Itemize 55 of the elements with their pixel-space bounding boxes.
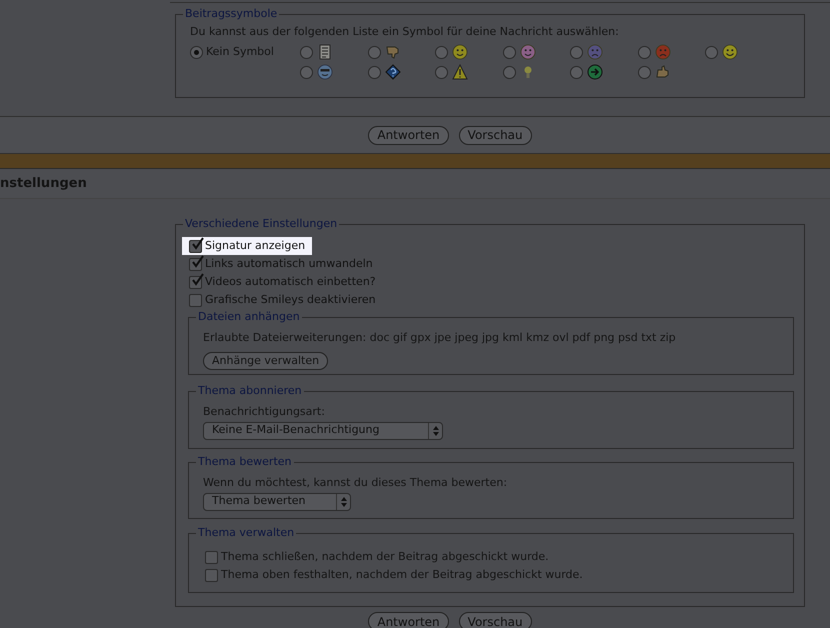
radio-button[interactable] <box>435 66 448 78</box>
checkbox-label: Thema schließen, nachdem der Beitrag abgeschickt wurde. <box>221 548 549 565</box>
radio-button[interactable] <box>570 46 583 58</box>
fieldset-legend: Dateien anhängen <box>196 310 302 324</box>
radio-label: Kein Symbol <box>206 44 274 60</box>
radio-button[interactable] <box>705 46 718 58</box>
document-icon <box>317 44 333 60</box>
warning-icon <box>452 64 468 80</box>
dropdown-select[interactable]: Thema bewerten <box>203 492 351 510</box>
checkbox-label: Videos automatisch einbetten? <box>205 274 376 290</box>
radio-button[interactable] <box>300 46 313 58</box>
checkbox[interactable] <box>205 550 218 564</box>
rate-prompt: Wenn du möchtest, kannst du dieses Thema bewerten: <box>203 475 508 491</box>
submit-button[interactable]: Antworten <box>368 612 449 628</box>
radio-button[interactable] <box>638 66 650 78</box>
checkbox[interactable] <box>189 240 202 252</box>
angry-face-icon <box>654 44 670 60</box>
submit-button[interactable]: Vorschau <box>458 126 532 144</box>
radio-button[interactable] <box>638 46 650 58</box>
radio-button[interactable] <box>502 66 516 78</box>
checkbox-label: Thema oben festhalten, nachdem der Beitrag abgeschickt wurde. <box>221 566 583 583</box>
section-heading: nstellungen <box>0 174 87 193</box>
thumbs-down-icon <box>384 44 400 60</box>
smile-icon <box>452 44 468 60</box>
smile-icon <box>520 44 536 60</box>
checkbox[interactable] <box>189 294 202 306</box>
checkbox-label: Links automatisch umwandeln <box>205 256 373 272</box>
dropdown-select[interactable]: Keine E-Mail-Benachrichtigung <box>203 422 443 440</box>
checkbox[interactable] <box>189 276 202 288</box>
question-icon <box>384 64 400 80</box>
radio-button[interactable] <box>502 46 516 58</box>
allowed-extensions-text: Erlaubte Dateierweiterungen: doc gif gpx jpe jpeg jpg kml kmz ovl pdf png psd txt zip <box>203 330 677 346</box>
fieldset-legend: Verschiedene Einstellungen <box>183 217 340 231</box>
radio-button[interactable] <box>435 46 448 58</box>
manage-attachments-button[interactable]: Anhänge verwalten <box>203 352 328 370</box>
fieldset-legend: Beitragssymbole <box>183 7 280 21</box>
smile-icon <box>722 44 738 60</box>
sunglasses-face-icon <box>317 64 333 80</box>
notification-type-label: Benachrichtigungsart: <box>203 404 326 420</box>
radio-button[interactable] <box>368 66 380 78</box>
updown-arrows-icon <box>340 496 346 506</box>
thumbs-up-icon <box>654 64 670 80</box>
checkbox[interactable] <box>189 258 202 270</box>
radio-button[interactable] <box>190 46 203 58</box>
radio-button[interactable] <box>570 66 583 78</box>
radio-button[interactable] <box>368 46 380 58</box>
radio-button[interactable] <box>300 66 313 78</box>
updown-arrows-icon <box>432 426 438 436</box>
sad-face-icon <box>587 44 603 60</box>
checkbox-label: Signatur anzeigen <box>205 238 306 254</box>
submit-button[interactable]: Vorschau <box>458 612 532 628</box>
checkbox[interactable] <box>205 568 218 582</box>
instruction-text: Du kannst aus der folgenden Liste ein Symbol für deine Nachricht auswählen: <box>190 25 620 39</box>
checkbox-label: Grafische Smileys deaktivieren <box>205 292 376 308</box>
submit-button[interactable]: Antworten <box>368 126 449 144</box>
